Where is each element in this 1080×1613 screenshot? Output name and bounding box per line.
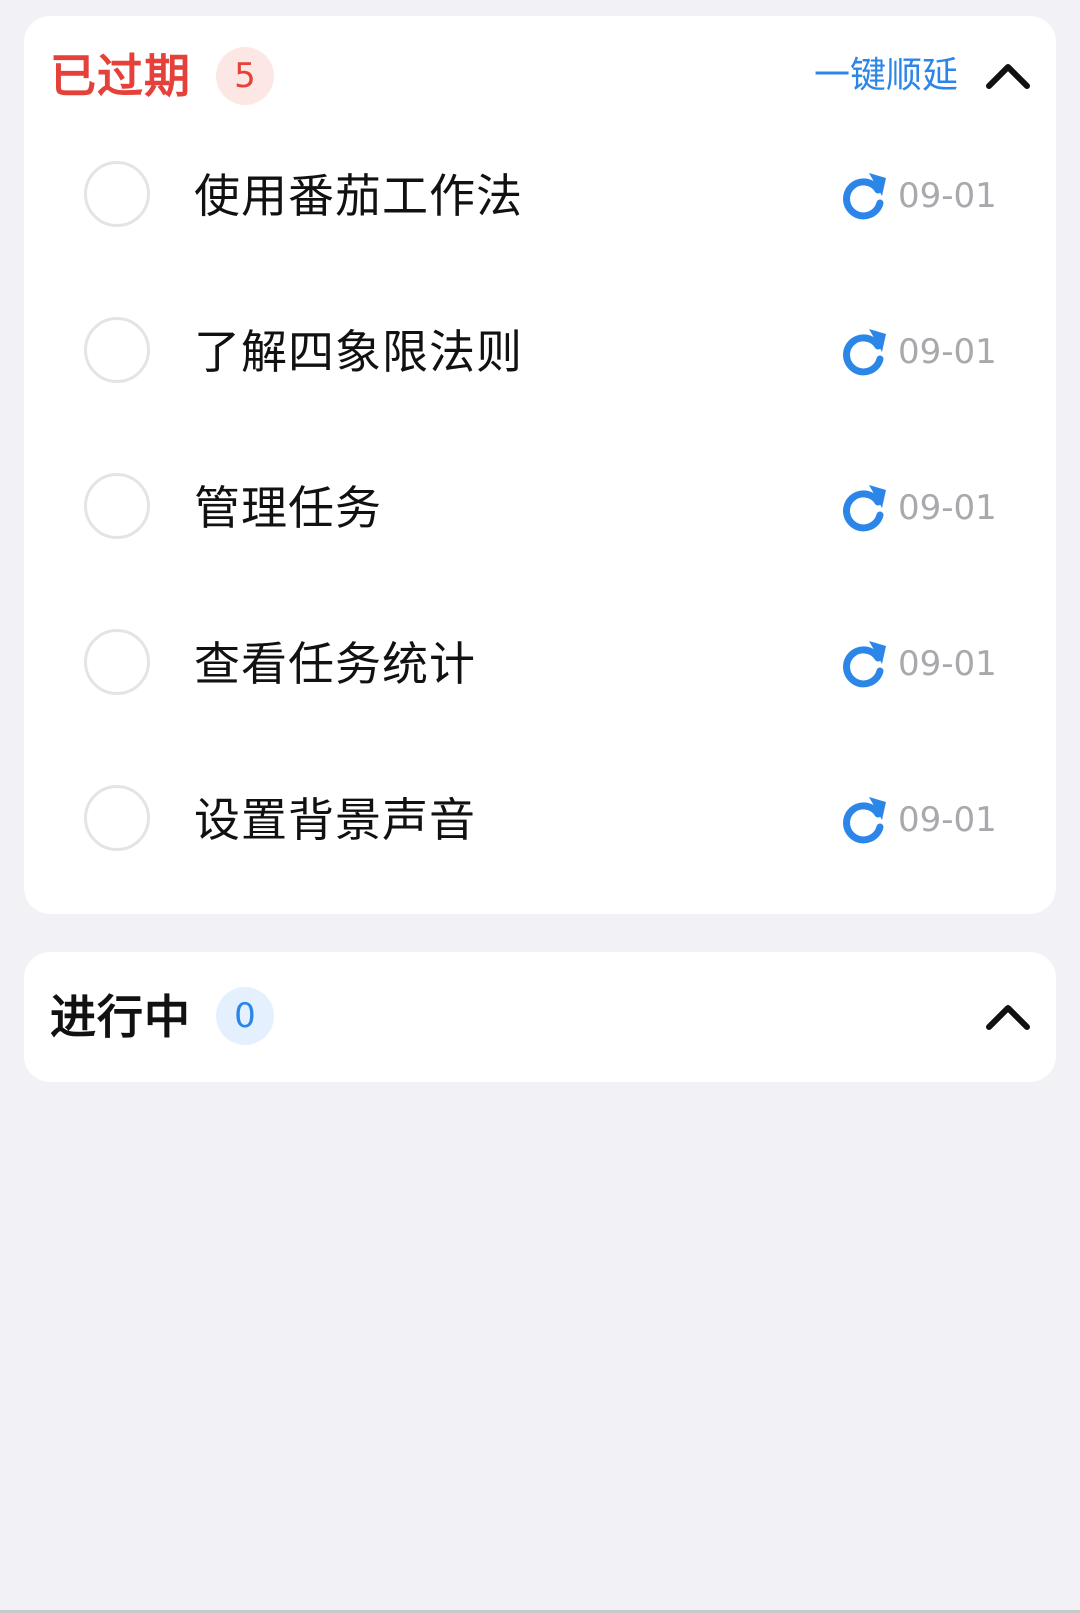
task-title: 管理任务 xyxy=(194,481,382,535)
task-date: 09-01 xyxy=(898,332,997,372)
task-checkbox[interactable] xyxy=(84,785,150,851)
task-checkbox[interactable] xyxy=(84,629,150,695)
task-date: 09-01 xyxy=(898,488,997,528)
task-title: 使用番茄工作法 xyxy=(194,169,523,223)
task-title: 了解四象限法则 xyxy=(194,325,523,379)
overdue-task-list: 使用番茄工作法 09-01 了解四象限法则 09-01 管理任务 09-01 查… xyxy=(24,118,1056,898)
repeat-icon xyxy=(838,326,890,378)
task-title: 设置背景声音 xyxy=(194,793,476,847)
repeat-icon xyxy=(838,170,890,222)
task-row[interactable]: 使用番茄工作法 09-01 xyxy=(24,118,1056,274)
chevron-up-icon[interactable] xyxy=(980,48,1036,104)
in-progress-section: 进行中 0 xyxy=(24,952,1056,1082)
overdue-section: 已过期 5 一键顺延 使用番茄工作法 09-01 了解四象限法则 09-01 管… xyxy=(24,16,1056,914)
in-progress-count-badge: 0 xyxy=(216,987,274,1045)
task-row[interactable]: 管理任务 09-01 xyxy=(24,430,1056,586)
task-row[interactable]: 设置背景声音 09-01 xyxy=(24,742,1056,898)
task-row[interactable]: 查看任务统计 09-01 xyxy=(24,586,1056,742)
task-checkbox[interactable] xyxy=(84,161,150,227)
task-date: 09-01 xyxy=(898,800,997,840)
task-date: 09-01 xyxy=(898,644,997,684)
task-date: 09-01 xyxy=(898,176,997,216)
repeat-icon xyxy=(838,638,890,690)
task-title: 查看任务统计 xyxy=(194,637,476,691)
repeat-icon xyxy=(838,794,890,846)
overdue-count-badge: 5 xyxy=(216,47,274,105)
task-checkbox[interactable] xyxy=(84,473,150,539)
repeat-icon xyxy=(838,482,890,534)
in-progress-title: 进行中 xyxy=(50,990,191,1044)
in-progress-header[interactable]: 进行中 0 xyxy=(24,952,1056,1082)
chevron-up-icon[interactable] xyxy=(980,989,1036,1045)
task-checkbox[interactable] xyxy=(84,317,150,383)
task-row[interactable]: 了解四象限法则 09-01 xyxy=(24,274,1056,430)
